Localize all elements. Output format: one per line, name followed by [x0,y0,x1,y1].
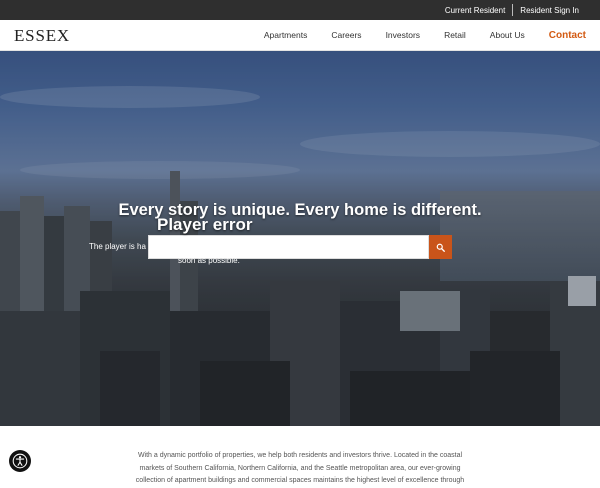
main-menu: Apartments Careers Investors Retail Abou… [240,20,586,50]
about-section: With a dynamic portfolio of properties, … [0,426,600,484]
main-navbar: ESSEX Apartments Careers Investors Retai… [0,20,600,51]
current-resident-link[interactable]: Current Resident [438,6,512,15]
utility-links: Current Resident Resident Sign In [438,0,586,20]
player-error-title: Player error [157,215,253,234]
player-error-message-continued: soon as possible. [178,256,240,265]
resident-sign-in-link[interactable]: Resident Sign In [513,6,586,15]
nav-investors[interactable]: Investors [386,30,421,40]
hero-headline: Every story is unique. Every home is dif… [118,201,482,219]
nav-careers[interactable]: Careers [331,30,361,40]
accessibility-button[interactable] [9,450,31,472]
search-button[interactable] [429,235,452,259]
accessibility-icon [12,453,28,469]
utility-bar: Current Resident Resident Sign In [0,0,600,20]
search-icon [436,243,445,252]
nav-contact[interactable]: Contact [549,30,586,41]
nav-apartments[interactable]: Apartments [264,30,307,40]
nav-retail[interactable]: Retail [444,30,466,40]
hero-banner: Every story is unique. Every home is dif… [0,51,600,426]
player-error-message: The player is ha [89,242,146,251]
nav-about-us[interactable]: About Us [490,30,525,40]
about-paragraph: With a dynamic portfolio of properties, … [135,452,465,484]
essex-logo[interactable]: ESSEX [14,26,70,46]
